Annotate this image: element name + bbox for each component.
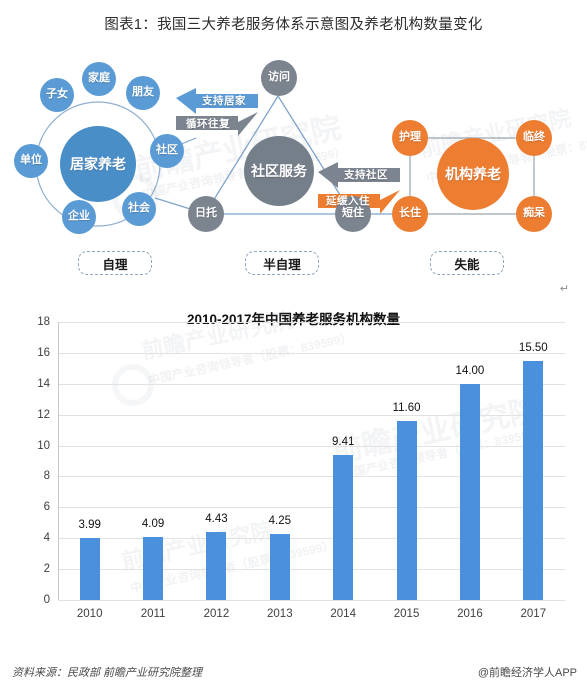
node-label: 单位 [20,154,42,167]
y-axis-tick-label: 14 [37,377,50,390]
bar-value-label: 4.25 [268,515,292,528]
node-label: 访问 [268,71,290,84]
gridline [58,538,565,540]
node-label: 企业 [68,210,90,223]
arrow-support-community [318,162,400,188]
x-axis-tick-label: 2017 [520,608,547,620]
node-label: 社区 [156,144,178,157]
gridline [58,383,565,385]
y-axis-line [58,322,59,600]
node-label: 朋友 [132,86,154,99]
bar [396,420,417,600]
diagram-node-work-unit: 单位 [14,144,48,178]
node-label: 家庭 [88,72,110,85]
y-axis-tick-label: 4 [43,532,50,545]
diagram-node-visit: 访问 [261,60,297,96]
three-tier-elderly-care-diagram: 前瞻产业研究院 中国产业咨询领导者（股票：839599） 前瞻产业研究院 中国产… [0,46,587,296]
x-axis-tick-label: 2011 [140,608,166,620]
node-label: 日托 [195,207,217,220]
node-label: 长住 [399,207,421,220]
x-axis-tick-label: 2013 [267,608,293,620]
bar-value-label: 4.43 [205,512,228,525]
diagram-node-institutional-care-center: 机构养老 [437,138,509,210]
bar [523,360,544,600]
figure-caption: 图表1：我国三大养老服务体系示意图及养老机构数量变化 [104,16,483,33]
category-label: 自理 [102,257,128,272]
bar-value-label: 15.50 [518,341,548,354]
diagram-node-end-of-life: 临终 [516,120,552,156]
figure-footer: 资料来源：民政部 前瞻产业研究院整理 @前瞻经济学人APP [0,646,587,692]
x-axis-tick-label: 2010 [76,608,103,620]
diagram-node-society: 社会 [122,192,156,226]
bar [333,454,354,600]
bar-value-label: 4.09 [141,517,165,530]
y-axis-tick-label: 0 [43,594,50,606]
x-axis-tick-label: 2014 [330,608,356,620]
bar-value-label: 11.60 [392,401,421,414]
node-label: 护理 [399,131,421,144]
y-axis-tick-label: 16 [37,346,50,359]
diagram-node-community-service-center: 社区服务 [244,136,314,206]
y-axis-tick-label: 8 [43,470,50,483]
category-label: 失能 [454,257,480,272]
diagram-node-community: 社区 [150,134,184,168]
diagram-node-nursing: 护理 [392,120,428,156]
y-axis-tick-label: 18 [37,316,50,328]
diagram-node-day-care: 日托 [188,196,224,232]
gridline [58,476,565,478]
bar [143,536,164,600]
y-axis-tick-label: 2 [43,563,50,576]
bar [269,534,290,600]
gridline [58,445,565,447]
gridline [58,414,565,416]
node-label: 临终 [523,131,545,144]
diagram-node-family: 家庭 [82,62,116,96]
plot-area: 0 2 4 6 8 10 12 14 16 18 3.99 2010 4.09 2011 4.43 2012 4… [0,296,587,644]
bar-value-label: 3.99 [78,519,101,532]
bar-value-label: 14.00 [455,364,485,377]
bar [459,383,480,600]
diagram-node-long-stay: 长住 [392,196,428,232]
node-label: 短住 [342,207,364,220]
diagram-node-enterprise: 企业 [62,200,96,234]
diagram-node-home-care-center: 居家养老 [60,126,136,202]
x-axis-tick-label: 2015 [393,608,420,620]
brand-credit: @前瞻经济学人APP [477,667,577,679]
diagram-node-friend: 朋友 [126,76,160,110]
y-axis-tick-label: 12 [37,408,50,421]
diagram-node-dementia: 痴呆 [516,196,552,232]
paragraph-return-mark: ↵ [559,283,569,295]
x-axis-tick-label: 2012 [203,608,230,620]
node-label: 痴呆 [523,207,545,220]
y-axis-tick-label: 10 [37,439,50,452]
diagram-node-children: 子女 [40,78,74,112]
y-axis-tick-label: 6 [43,501,50,514]
arrow-support-home [176,88,258,114]
gridline [58,600,565,601]
category-badge-disabled: 失能 [430,251,504,275]
category-badge-self-care: 自理 [78,251,152,275]
gridline [58,352,565,354]
gridline [58,507,565,509]
diagram-node-short-stay: 短住 [335,196,371,232]
source-note: 资料来源：民政部 前瞻产业研究院整理 [12,667,203,679]
node-label: 子女 [46,88,68,101]
node-label: 社区服务 [251,162,307,179]
gridline [58,322,565,323]
arrow-cycle-back [176,112,258,136]
gridline [58,569,565,571]
bar [206,531,227,600]
category-badge-semi-self-care: 半自理 [245,251,319,275]
node-label: 机构养老 [445,165,501,182]
figure-caption-bar: 图表1：我国三大养老服务体系示意图及养老机构数量变化 [0,0,587,46]
node-label: 居家养老 [70,155,126,172]
x-axis-tick-label: 2016 [457,608,483,620]
bar-chart: 2010-2017年中国养老服务机构数量 前瞻产业研究院 中国产业咨询领导者（股… [0,296,587,644]
bar-value-label: 9.41 [331,435,355,448]
bar [79,538,100,600]
node-label: 社会 [128,202,150,215]
category-label: 半自理 [263,257,301,272]
